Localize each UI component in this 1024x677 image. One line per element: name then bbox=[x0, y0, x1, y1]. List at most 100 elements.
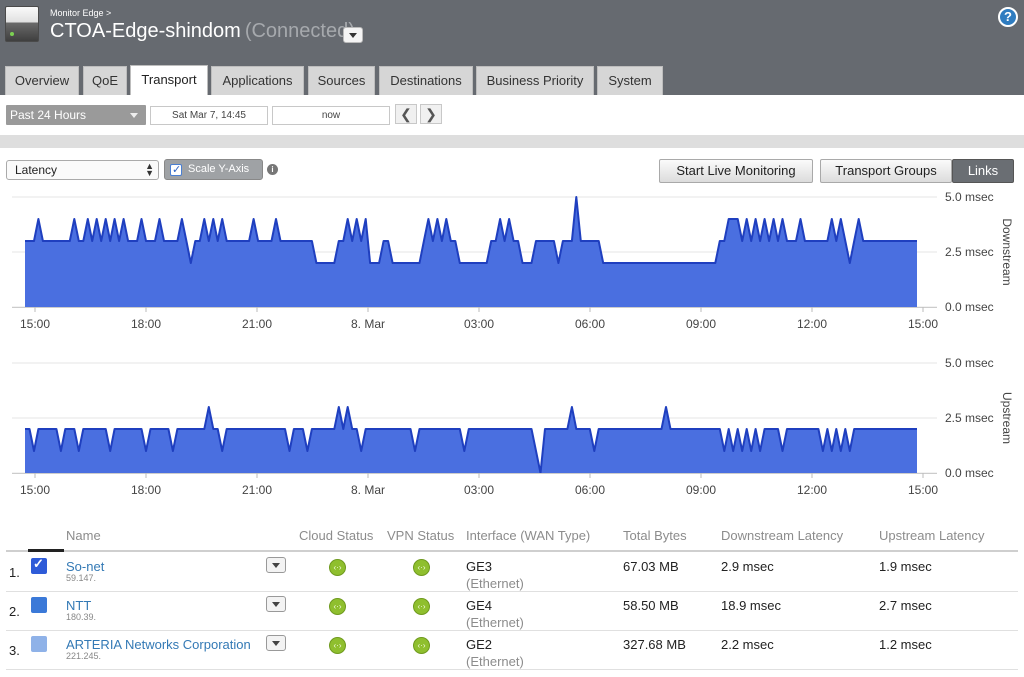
downstream-latency: 2.9 msec bbox=[721, 559, 774, 574]
y-tick-label: 2.5 msec bbox=[945, 245, 994, 259]
section-divider bbox=[0, 135, 1024, 148]
y-tick-label: 5.0 msec bbox=[945, 356, 994, 370]
row-number: 2. bbox=[9, 604, 20, 619]
table-row[interactable]: 1. So-net 59.147. ‹·› ‹·› GE3 (Ethernet)… bbox=[6, 553, 1018, 592]
tab-overview[interactable]: Overview bbox=[5, 66, 79, 95]
downstream-latency: 2.2 msec bbox=[721, 637, 774, 652]
x-tick-label: 21:00 bbox=[242, 483, 272, 497]
link-name[interactable]: NTT bbox=[66, 598, 91, 613]
interface: GE2 bbox=[466, 637, 493, 652]
row-dropdown-button[interactable] bbox=[266, 635, 286, 651]
device-led-icon bbox=[10, 32, 14, 36]
downstream-latency: 18.9 msec bbox=[721, 598, 781, 613]
link-checkbox[interactable] bbox=[31, 597, 47, 613]
scale-y-axis-toggle[interactable]: Scale Y-Axis bbox=[164, 159, 263, 180]
interface: GE4 bbox=[466, 598, 493, 613]
latency-area bbox=[25, 407, 917, 473]
col-header-upstream-latency[interactable]: Upstream Latency bbox=[879, 528, 985, 543]
links-button[interactable]: Links bbox=[952, 159, 1014, 183]
upstream-latency: 1.9 msec bbox=[879, 559, 932, 574]
header-bar: Monitor Edge > CTOA-Edge-shindom (Connect… bbox=[0, 0, 1024, 54]
start-live-monitoring-button[interactable]: Start Live Monitoring bbox=[659, 159, 813, 183]
col-header-name[interactable]: Name bbox=[66, 528, 101, 543]
y-tick-label: 0.0 msec bbox=[945, 300, 994, 314]
upstream-latency: 1.2 msec bbox=[879, 637, 932, 652]
downstream-chart: 5.0 msec 2.5 msec 0.0 msec 15:00 18:00 21:00 8… bbox=[0, 186, 1024, 336]
vpn-status-icon: ‹·› bbox=[413, 637, 430, 654]
tab-transport[interactable]: Transport bbox=[130, 65, 208, 95]
edge-device-icon bbox=[5, 6, 39, 42]
row-dropdown-button[interactable] bbox=[266, 596, 286, 612]
x-tick-label: 09:00 bbox=[686, 483, 716, 497]
wan-type: (Ethernet) bbox=[466, 654, 524, 669]
table-header-divider bbox=[6, 550, 1018, 552]
tab-applications[interactable]: Applications bbox=[211, 66, 304, 95]
cloud-status-icon: ‹·› bbox=[329, 559, 346, 576]
table-row[interactable]: 3. ARTERIA Networks Corporation 221.245.… bbox=[6, 631, 1018, 670]
col-header-vpn-status[interactable]: VPN Status bbox=[387, 528, 454, 543]
x-tick-label: 18:00 bbox=[131, 317, 161, 331]
x-tick-label: 8. Mar bbox=[351, 483, 385, 497]
x-tick-label: 03:00 bbox=[464, 317, 494, 331]
x-tick-label: 15:00 bbox=[908, 483, 938, 497]
interface: GE3 bbox=[466, 559, 493, 574]
row-number: 3. bbox=[9, 643, 20, 658]
prev-range-button[interactable]: ❮ bbox=[395, 104, 417, 124]
tab-sources[interactable]: Sources bbox=[308, 66, 375, 95]
metric-select-value: Latency bbox=[15, 163, 58, 177]
x-tick-label: 21:00 bbox=[242, 317, 272, 331]
device-name: CTOA-Edge-shindom bbox=[50, 20, 241, 42]
col-header-interface[interactable]: Interface (WAN Type) bbox=[466, 528, 590, 543]
row-number: 1. bbox=[9, 565, 20, 580]
x-tick-label: 06:00 bbox=[575, 483, 605, 497]
device-dropdown-button[interactable] bbox=[343, 27, 363, 43]
wan-type: (Ethernet) bbox=[466, 576, 524, 591]
x-tick-label: 09:00 bbox=[686, 317, 716, 331]
col-header-cloud-status[interactable]: Cloud Status bbox=[299, 528, 373, 543]
tab-destinations[interactable]: Destinations bbox=[379, 66, 473, 95]
downstream-latency-chart: 5.0 msec 2.5 msec 0.0 msec 15:00 18:00 21:00 8… bbox=[12, 190, 1014, 331]
start-time-field[interactable]: Sat Mar 7, 14:45 bbox=[150, 106, 268, 125]
next-range-button[interactable]: ❯ bbox=[420, 104, 442, 124]
table-row[interactable]: 2. NTT 180.39. ‹·› ‹·› GE4 (Ethernet) 58… bbox=[6, 592, 1018, 631]
col-header-total-bytes[interactable]: Total Bytes bbox=[623, 528, 687, 543]
x-tick-label: 15:00 bbox=[20, 317, 50, 331]
checkbox-checked-icon bbox=[170, 161, 182, 180]
total-bytes: 67.03 MB bbox=[623, 559, 679, 574]
page-title: CTOA-Edge-shindom (Connected) bbox=[50, 20, 355, 43]
col-header-downstream-latency[interactable]: Downstream Latency bbox=[721, 528, 843, 543]
vpn-status-icon: ‹·› bbox=[413, 598, 430, 615]
tab-qoe[interactable]: QoE bbox=[83, 66, 127, 95]
y-axis-title: Upstream bbox=[1000, 392, 1014, 444]
link-checkbox[interactable] bbox=[31, 636, 47, 652]
total-bytes: 327.68 MB bbox=[623, 637, 686, 652]
x-tick-label: 12:00 bbox=[797, 483, 827, 497]
x-tick-label: 12:00 bbox=[797, 317, 827, 331]
info-icon[interactable]: i bbox=[267, 164, 278, 175]
tab-system[interactable]: System bbox=[597, 66, 663, 95]
tab-business-priority[interactable]: Business Priority bbox=[476, 66, 594, 95]
upstream-latency-chart: 5.0 msec 2.5 msec 0.0 msec 15:00 18:00 21:00 8… bbox=[12, 356, 1014, 497]
metric-select[interactable]: Latency ▲ ▼ bbox=[6, 160, 159, 180]
y-tick-label: 5.0 msec bbox=[945, 190, 994, 204]
wan-type: (Ethernet) bbox=[466, 615, 524, 630]
transport-groups-button[interactable]: Transport Groups bbox=[820, 159, 952, 183]
link-checkbox[interactable] bbox=[31, 556, 47, 574]
row-dropdown-button[interactable] bbox=[266, 557, 286, 573]
link-name[interactable]: So-net bbox=[66, 559, 104, 574]
cloud-status-icon: ‹·› bbox=[329, 637, 346, 654]
sort-indicator bbox=[28, 549, 64, 552]
breadcrumb[interactable]: Monitor Edge > bbox=[50, 8, 111, 18]
vpn-status-icon: ‹·› bbox=[413, 559, 430, 576]
link-name[interactable]: ARTERIA Networks Corporation bbox=[66, 637, 251, 652]
help-icon[interactable]: ? bbox=[998, 7, 1018, 27]
upstream-latency: 2.7 msec bbox=[879, 598, 932, 613]
time-range-select[interactable]: Past 24 Hours bbox=[6, 105, 146, 125]
total-bytes: 58.50 MB bbox=[623, 598, 679, 613]
link-ip: 180.39. bbox=[66, 612, 97, 622]
x-tick-label: 15:00 bbox=[20, 483, 50, 497]
end-time-field[interactable]: now bbox=[272, 106, 390, 125]
tab-bar: Overview QoE Transport Applications Sour… bbox=[0, 54, 1024, 95]
x-tick-label: 03:00 bbox=[464, 483, 494, 497]
y-tick-label: 0.0 msec bbox=[945, 466, 994, 480]
